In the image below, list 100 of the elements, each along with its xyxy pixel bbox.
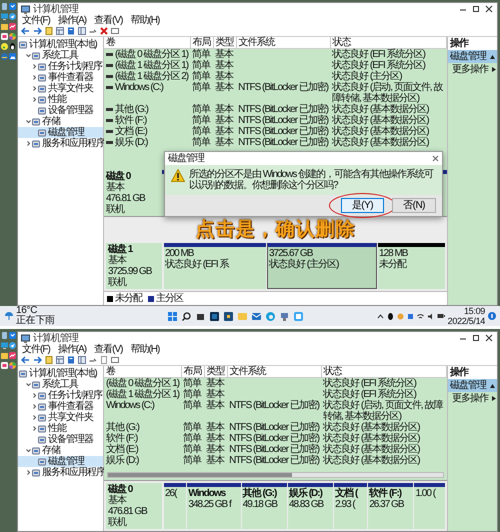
tree-item[interactable]: 事件查看器 xyxy=(18,401,103,412)
column-header[interactable]: 卷 xyxy=(104,366,182,378)
panel-icon[interactable] xyxy=(78,27,86,35)
caret-right-icon[interactable] xyxy=(492,396,496,401)
actions-section[interactable]: 磁盘管理 xyxy=(448,379,497,392)
tree-item[interactable]: 事件查看器 xyxy=(18,72,103,83)
tree-item[interactable]: 性能 xyxy=(18,94,103,105)
column-header[interactable]: 类型 xyxy=(204,366,228,378)
task-view-icon[interactable] xyxy=(196,312,205,320)
shield-icon[interactable] xyxy=(9,3,16,10)
partition-block[interactable]: 26( xyxy=(164,483,186,529)
computer-icon[interactable] xyxy=(280,312,289,320)
expand-icon[interactable] xyxy=(32,97,36,102)
column-header[interactable]: 状态 xyxy=(321,366,446,378)
paper-plane-icon[interactable] xyxy=(9,342,16,349)
expand-icon[interactable] xyxy=(32,75,36,80)
delete-icon[interactable] xyxy=(100,27,108,35)
close-icon[interactable] xyxy=(432,155,439,162)
menu-item[interactable]: 文件(F) xyxy=(21,344,51,355)
expand-icon[interactable] xyxy=(32,393,36,398)
caret-up-icon[interactable] xyxy=(490,54,495,58)
clock[interactable]: 15:09 2022/5/14 xyxy=(448,306,485,326)
forward-arrow-icon[interactable] xyxy=(33,27,42,35)
start-icon[interactable] xyxy=(168,312,177,320)
partition-block[interactable]: 3725.67 GB 状态良好 (主分区) xyxy=(267,243,377,289)
collapse-icon[interactable] xyxy=(26,448,30,453)
tree-item[interactable]: 系统工具 xyxy=(18,379,103,390)
expand-icon[interactable] xyxy=(32,415,36,420)
shield-icon[interactable] xyxy=(9,332,16,339)
folder-icon[interactable] xyxy=(45,27,53,35)
wifi-icon[interactable] xyxy=(416,312,424,320)
close-icon[interactable] xyxy=(484,4,494,14)
panel-icon[interactable] xyxy=(78,356,86,364)
collapse-icon[interactable] xyxy=(26,382,30,387)
partition-block[interactable]: 软件 (F:) 26.37 GB xyxy=(368,483,414,529)
menu-item[interactable]: 文件(F) xyxy=(21,15,51,26)
caret-right-icon[interactable] xyxy=(492,67,496,72)
folder-icon[interactable] xyxy=(1,23,8,30)
collapse-icon[interactable] xyxy=(26,119,30,124)
expand-icon[interactable] xyxy=(26,141,30,146)
expand-icon[interactable] xyxy=(32,426,36,431)
action-item[interactable]: 更多操作 xyxy=(448,392,497,405)
chevron-up-icon[interactable] xyxy=(376,314,384,318)
menu-item[interactable]: 查看(V) xyxy=(93,15,124,26)
dialog-button[interactable]: 是(Y) xyxy=(340,198,384,213)
umbrella-icon[interactable] xyxy=(4,311,14,321)
column-header[interactable]: 文件系统 xyxy=(236,37,330,48)
close-icon[interactable] xyxy=(484,334,494,342)
expand-icon[interactable] xyxy=(32,86,36,91)
folder-icon[interactable] xyxy=(45,356,53,364)
menu-item[interactable]: 帮助(H) xyxy=(129,15,160,26)
app-icon[interactable] xyxy=(1,33,8,40)
partition-block[interactable]: 200 MB 状态良好 (EFI 系 xyxy=(164,243,266,289)
notification-icon[interactable] xyxy=(488,312,496,320)
mail-icon[interactable] xyxy=(252,312,261,320)
menu-item[interactable]: 帮助(H) xyxy=(129,344,160,355)
expand-icon[interactable] xyxy=(32,404,36,409)
maximize-icon[interactable] xyxy=(471,4,481,14)
column-header[interactable]: 类型 xyxy=(213,37,236,48)
browser-icon[interactable] xyxy=(266,312,275,320)
menu-item[interactable]: 查看(V) xyxy=(93,344,124,355)
color-wheel-icon[interactable] xyxy=(9,362,16,369)
search-icon[interactable] xyxy=(182,312,191,320)
page-icon[interactable] xyxy=(100,356,108,364)
tree-item[interactable]: 存储 xyxy=(18,116,103,127)
back-arrow-icon[interactable] xyxy=(21,356,30,364)
music-icon[interactable] xyxy=(1,43,8,50)
tree-item[interactable]: 设备管理器 xyxy=(18,434,103,445)
collapse-icon[interactable] xyxy=(26,53,30,58)
tree-item[interactable]: 磁盘管理 xyxy=(18,456,103,467)
table-icon[interactable] xyxy=(56,356,64,364)
paper-plane-icon[interactable] xyxy=(9,13,16,20)
column-header[interactable]: 文件系统 xyxy=(227,366,322,378)
app-icon[interactable] xyxy=(224,312,233,320)
column-header[interactable]: 卷 xyxy=(104,37,190,48)
monitor-icon[interactable] xyxy=(1,13,8,20)
horizontal-scrollbar[interactable] xyxy=(107,472,444,478)
dialog-button[interactable]: 否(N) xyxy=(392,198,436,213)
tree-item[interactable]: 性能 xyxy=(18,423,103,434)
mountain-icon[interactable] xyxy=(9,53,16,60)
monitor-icon[interactable] xyxy=(1,342,8,349)
tree-item[interactable]: 计算机管理(本地) xyxy=(18,368,103,379)
chart-icon[interactable] xyxy=(9,352,16,359)
penguin-icon[interactable] xyxy=(386,312,394,320)
expand-icon[interactable] xyxy=(32,64,36,69)
column-header[interactable]: 布局 xyxy=(181,366,204,378)
speaker-icon[interactable] xyxy=(426,312,434,320)
partition-block[interactable]: 128 MB 未分配 xyxy=(378,243,446,289)
chart-icon[interactable] xyxy=(9,23,16,30)
partition-block[interactable]: 娱乐 (D:) 48.83 GB xyxy=(288,483,334,529)
tree-item[interactable]: 存储 xyxy=(18,445,103,456)
action-item[interactable]: 更多操作 xyxy=(448,63,497,76)
tree-item[interactable]: 任务计划程序 xyxy=(18,61,103,72)
partition-block[interactable]: 文档 ( 2.93 ( xyxy=(334,483,368,529)
expand-icon[interactable] xyxy=(26,470,30,475)
table-icon[interactable] xyxy=(56,27,64,35)
back-arrow-icon[interactable] xyxy=(21,27,30,35)
tree-item[interactable]: 系统工具 xyxy=(18,50,103,61)
actions-section[interactable]: 磁盘管理 xyxy=(448,50,497,63)
tree-item[interactable]: 任务计划程序 xyxy=(18,390,103,401)
